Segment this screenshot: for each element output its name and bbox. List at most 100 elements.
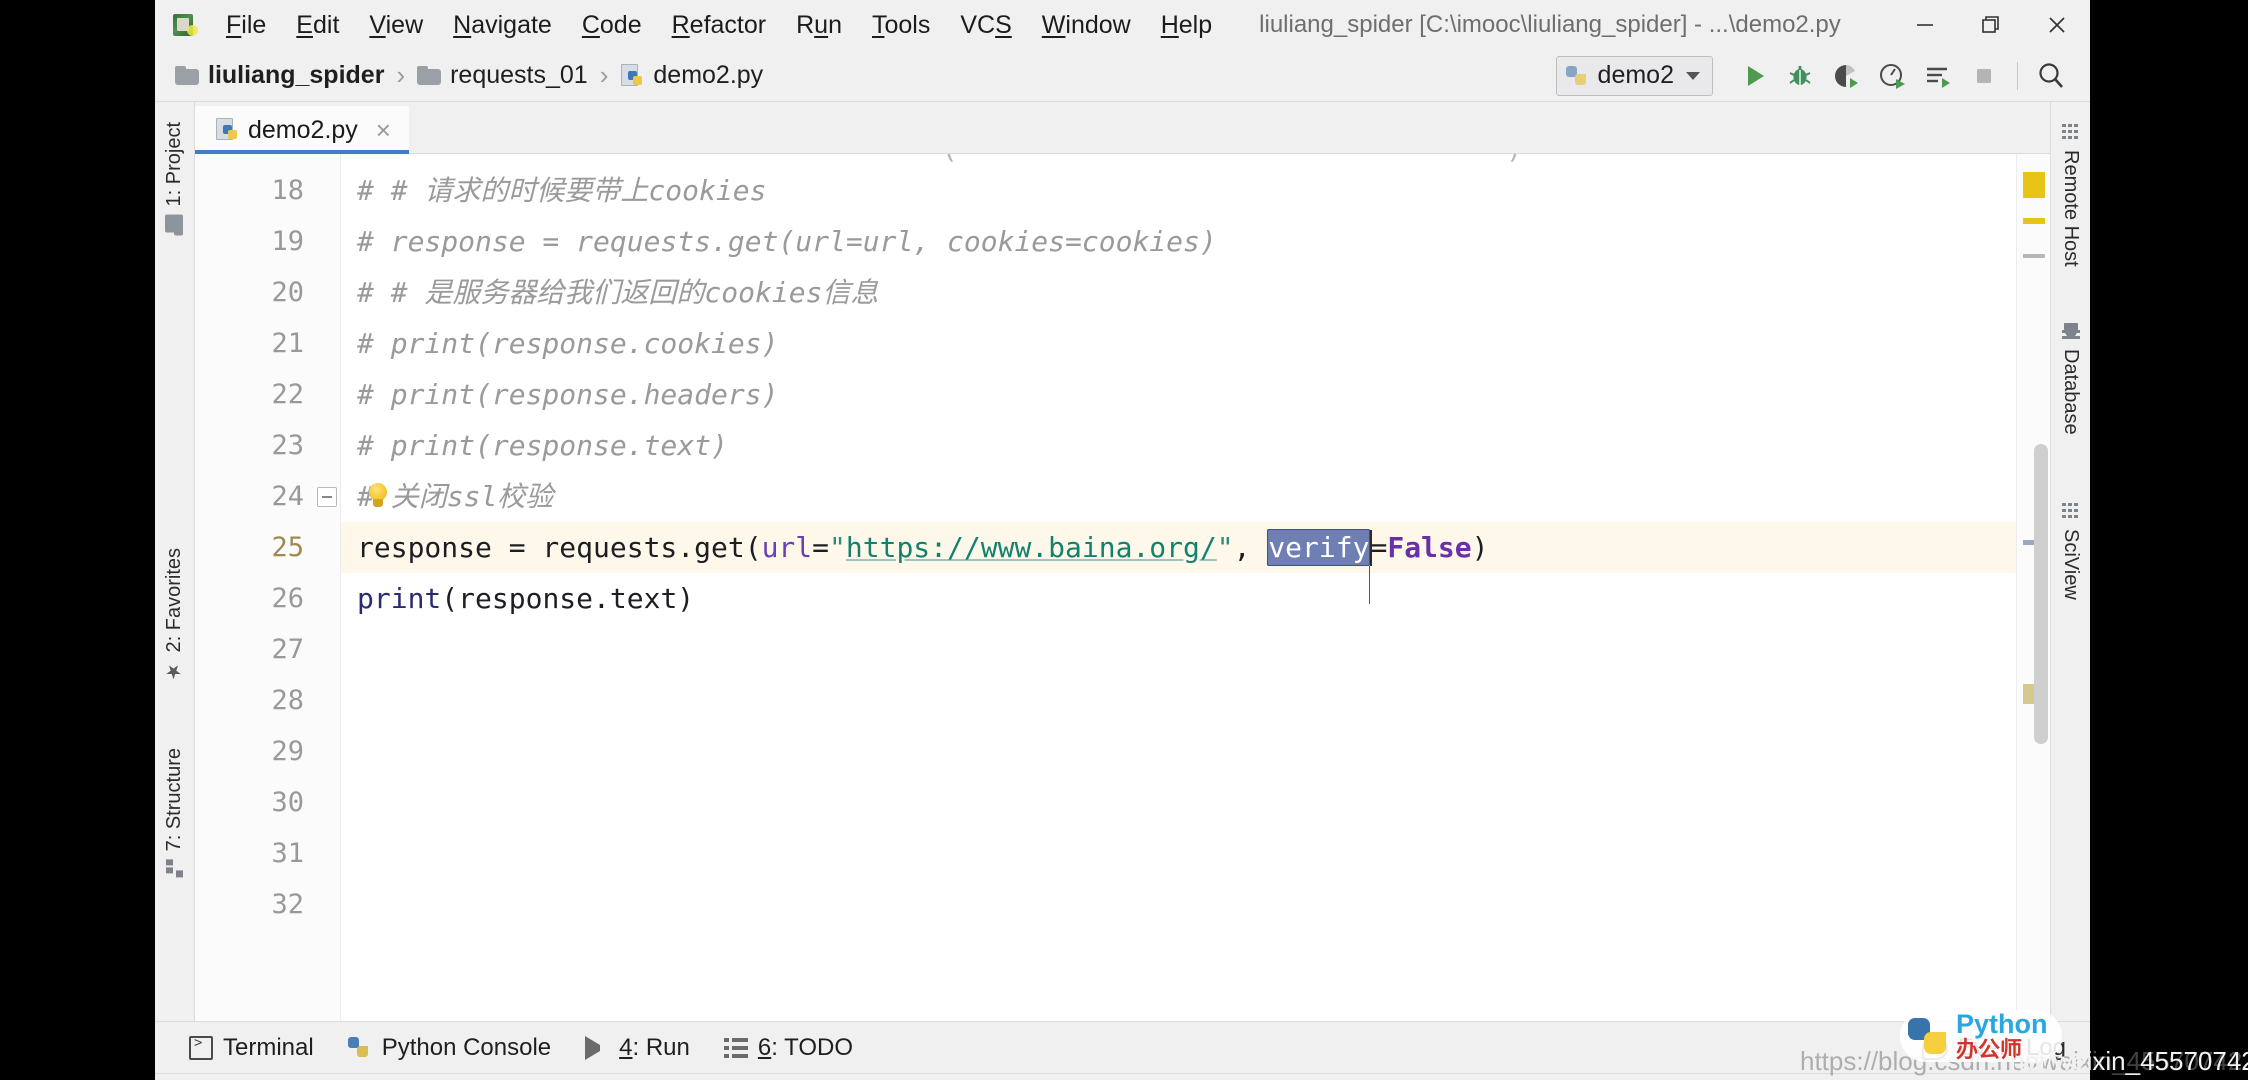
- menu-tools[interactable]: Tools: [857, 7, 945, 43]
- stop-button[interactable]: [1961, 54, 2007, 98]
- line-number: 23: [271, 430, 304, 461]
- sidebar-item-project[interactable]: 1: Project: [163, 116, 186, 238]
- line-number-gutter[interactable]: 18 19 20 21 22 23 24 25 26 27 28 29 30 31 32: [195, 154, 341, 1021]
- run-configuration-selector[interactable]: demo2: [1555, 55, 1713, 96]
- python-file-icon: [620, 63, 644, 88]
- code-comment: # response = requests.get(url=url, cooki…: [357, 225, 1217, 258]
- search-everywhere-button[interactable]: [2028, 54, 2074, 98]
- code-comment: # # 是服务器给我们返回的cookies信息: [357, 276, 879, 309]
- code-token: url: [761, 531, 813, 564]
- menu-window[interactable]: Window: [1027, 7, 1146, 43]
- menu-navigate[interactable]: Navigate: [438, 7, 567, 43]
- change-stripe-tick: [2023, 254, 2045, 258]
- sidebar-item-remote-host[interactable]: Remote Host: [2059, 118, 2082, 273]
- maximize-button[interactable]: [1958, 0, 2024, 50]
- scrolled-line-fragment: ): [1506, 154, 1523, 165]
- database-icon: [2061, 323, 2080, 341]
- watermark-url: net/weixin_45570742: [2010, 1046, 2248, 1076]
- tool-window-python-console[interactable]: Python Console: [347, 1034, 551, 1062]
- menu-vcs[interactable]: VCS: [945, 7, 1026, 43]
- intention-bulb-icon[interactable]: [365, 483, 391, 513]
- window-title: liuliang_spider [C:\imooc\liuliang_spide…: [1259, 11, 1841, 38]
- menu-edit[interactable]: Edit: [281, 7, 354, 43]
- sidebar-item-label: 1: Project: [163, 122, 185, 207]
- todo-icon: [723, 1035, 748, 1060]
- menu-code[interactable]: Code: [567, 7, 657, 43]
- code-line: # print(response.headers): [357, 369, 778, 420]
- code-line: print(response.text): [357, 573, 694, 624]
- sidebar-item-sciview[interactable]: SciView: [2059, 497, 2082, 606]
- editor-tab-bar: demo2.py ×: [195, 102, 2050, 154]
- error-stripe-and-scrollbar[interactable]: [2016, 154, 2050, 1021]
- code-comment: # print(response.headers): [357, 378, 779, 411]
- python-file-icon: [215, 118, 239, 142]
- editor-scrollbar-thumb[interactable]: [2034, 444, 2048, 744]
- sidebar-item-database[interactable]: Database: [2059, 317, 2082, 441]
- tool-window-todo[interactable]: 6: TODO: [723, 1034, 853, 1062]
- line-number: 22: [271, 379, 304, 410]
- tool-window-run[interactable]: 4: Run: [585, 1034, 690, 1062]
- warning-stripe-square: [2023, 172, 2045, 198]
- line-number: 32: [271, 889, 304, 920]
- selected-token: verify: [1267, 529, 1371, 566]
- terminal-icon: [189, 1035, 213, 1060]
- run-button[interactable]: [1731, 54, 1777, 98]
- menu-refactor[interactable]: Refactor: [657, 7, 782, 43]
- python-console-icon: [347, 1036, 372, 1060]
- python-logo-icon: [1908, 1016, 1948, 1056]
- debug-button[interactable]: [1777, 54, 1823, 98]
- line-number: 18: [271, 175, 304, 206]
- main-toolbar: demo2: [1555, 54, 2090, 98]
- breadcrumb-item-liuliang-spider[interactable]: liuliang_spider: [175, 61, 384, 90]
- profile-button[interactable]: [1869, 54, 1915, 98]
- tool-window-terminal[interactable]: Terminal: [189, 1034, 314, 1062]
- line-number: 19: [271, 226, 304, 257]
- sidebar-item-label: SciView: [2060, 529, 2082, 600]
- close-icon[interactable]: ×: [372, 115, 395, 145]
- editor-column: demo2.py × 18 19 20 21 22 23 24 25 26 27 28 29 30 31 3…: [195, 102, 2050, 1021]
- run-icon: [585, 1035, 609, 1060]
- line-number: 25: [271, 532, 304, 563]
- breadcrumb-item-requests-01[interactable]: requests_01: [417, 61, 588, 90]
- code-token: https://www.baina.org/: [845, 531, 1217, 564]
- sidebar-item-favorites[interactable]: ★ 2: Favorites: [163, 542, 186, 688]
- breadcrumb-item-demo2-py[interactable]: demo2.py: [620, 61, 763, 90]
- chevron-down-icon: [1686, 71, 1700, 80]
- menu-bar: File Edit View Navigate Code Refactor Run Tools…: [211, 7, 1227, 43]
- line-number: 28: [271, 685, 304, 716]
- code-line: response = requests.get(url="https://www…: [357, 522, 1489, 573]
- line-number: 27: [271, 634, 304, 665]
- breadcrumb-separator: ›: [599, 60, 609, 90]
- text-caret: [1370, 530, 1373, 566]
- menu-help[interactable]: Help: [1146, 7, 1227, 43]
- project-folder-icon: [165, 214, 184, 233]
- mouse-text-cursor: [1369, 566, 1371, 604]
- breadcrumb-separator: ›: [396, 60, 406, 90]
- screenshot-root: File Edit View Navigate Code Refactor Run Tools…: [0, 0, 2248, 1080]
- code-token: ): [1471, 531, 1489, 564]
- sidebar-item-label: 2: Favorites: [163, 548, 185, 653]
- code-fold-marker[interactable]: [317, 487, 337, 507]
- menu-run[interactable]: Run: [781, 7, 857, 43]
- minimize-button[interactable]: [1892, 0, 1958, 50]
- tab-demo2-py[interactable]: demo2.py ×: [195, 106, 409, 154]
- code-token: =: [1370, 531, 1388, 564]
- window-controls: [1892, 0, 2090, 50]
- warning-stripe-tick: [2023, 218, 2045, 224]
- scrolled-line-fragment: ~~~~~~: [1371, 154, 1457, 161]
- run-with-coverage-button[interactable]: [1823, 54, 1869, 98]
- code-token: False: [1387, 531, 1472, 564]
- code-token: (response.text): [441, 582, 695, 615]
- sidebar-item-structure[interactable]: 7: Structure: [163, 742, 186, 883]
- code-text-area[interactable]: ( = ~~~~~~ ) # # 请求的时候要带上cookies # respon…: [341, 154, 2016, 1021]
- code-line: # response = requests.get(url=url, cooki…: [357, 216, 1217, 267]
- run-with-console-button[interactable]: [1915, 54, 1961, 98]
- folder-icon: [175, 65, 199, 86]
- letterbox-left: [0, 0, 155, 1080]
- tab-label: demo2.py: [248, 115, 358, 144]
- menu-view[interactable]: View: [354, 7, 438, 43]
- menu-file[interactable]: File: [211, 7, 281, 43]
- code-token: ,: [1233, 531, 1268, 564]
- close-button[interactable]: [2024, 0, 2090, 50]
- remote-host-icon: [2061, 124, 2080, 142]
